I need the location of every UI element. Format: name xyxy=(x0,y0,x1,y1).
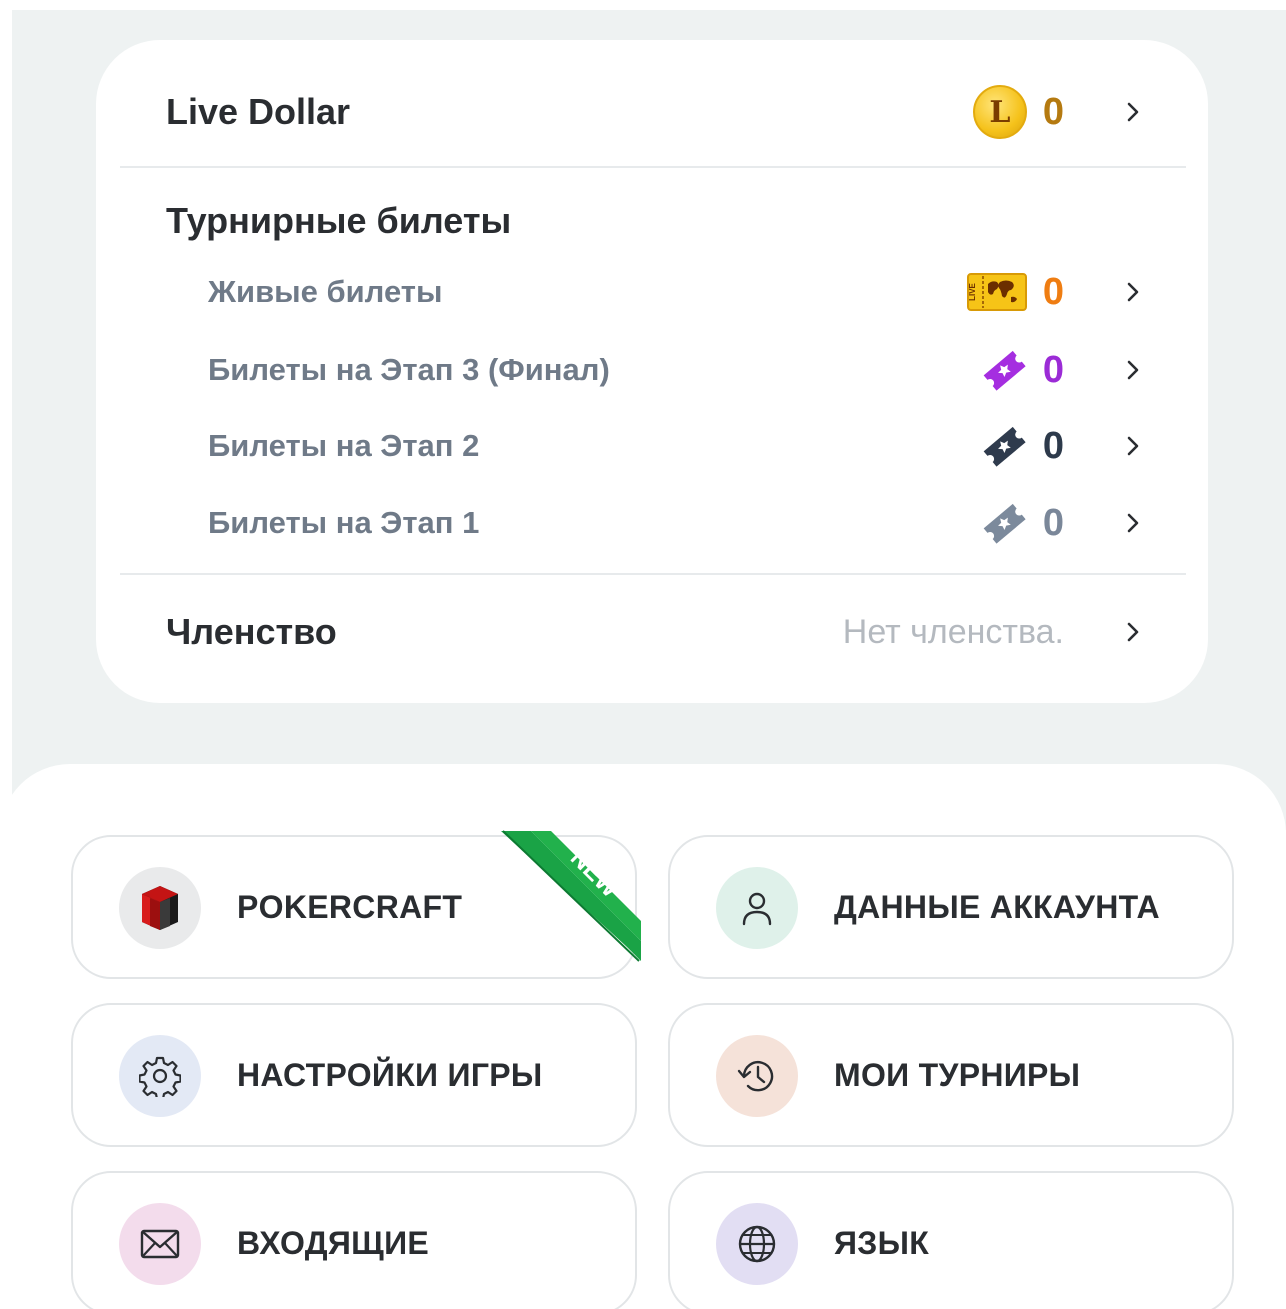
ticket-label: Живые билеты xyxy=(208,274,443,309)
live-dollar-coin-icon: L xyxy=(972,85,1027,139)
tickets-title: Турнирные билеты xyxy=(166,200,512,241)
live-dollar-value: 0 xyxy=(1042,90,1064,133)
ticket-label: Билеты на Этап 3 (Финал) xyxy=(208,352,610,387)
tickets-section-header: Турнирные билеты xyxy=(96,188,1208,254)
new-badge: NEW xyxy=(501,830,641,962)
membership-label: Членство xyxy=(166,611,337,652)
svg-text:LIVE: LIVE xyxy=(968,282,977,300)
ticket-purple-icon xyxy=(983,350,1026,391)
pokercraft-icon-circle xyxy=(119,867,201,949)
pokercraft-logo-icon xyxy=(142,886,178,930)
ticket-gray-icon xyxy=(983,503,1026,544)
tile-label: POKERCRAFT xyxy=(237,889,463,925)
settings-icon-circle xyxy=(119,1035,201,1117)
language-button[interactable]: ЯЗЫК xyxy=(668,1171,1234,1309)
ticket-label: Билеты на Этап 2 xyxy=(208,428,480,463)
gear-icon xyxy=(139,1056,181,1097)
chevron-right-icon xyxy=(1127,360,1139,380)
chevron-right-icon xyxy=(1127,513,1139,533)
profile-screen: Live Dollar L 0 Турнирные билеты Живые б… xyxy=(0,0,1286,1309)
my-tournaments-button[interactable]: МОИ ТУРНИРЫ xyxy=(668,1003,1234,1147)
tile-label: ВХОДЯЩИЕ xyxy=(237,1225,430,1261)
ticket-value: 0 xyxy=(1042,424,1064,467)
tile-label: МОИ ТУРНИРЫ xyxy=(834,1057,1081,1093)
ticket-value: 0 xyxy=(1042,270,1064,313)
account-icon-circle xyxy=(716,867,798,949)
live-dollar-label: Live Dollar xyxy=(166,91,351,132)
user-icon xyxy=(742,892,772,926)
ticket-value: 0 xyxy=(1042,348,1064,391)
ticket-row-live[interactable]: Живые билеты LIVE 0 xyxy=(96,258,1208,326)
chevron-right-icon xyxy=(1127,282,1139,302)
live-dollar-row[interactable]: Live Dollar L 0 xyxy=(96,76,1208,148)
globe-icon xyxy=(738,1225,776,1263)
ticket-row-stage3[interactable]: Билеты на Этап 3 (Финал) 0 xyxy=(96,336,1208,404)
mail-icon-circle xyxy=(119,1203,201,1285)
tile-label: НАСТРОЙКИ ИГРЫ xyxy=(237,1057,543,1093)
divider xyxy=(120,166,1186,168)
game-settings-button[interactable]: НАСТРОЙКИ ИГРЫ xyxy=(71,1003,637,1147)
live-ticket-icon: LIVE xyxy=(966,273,1027,311)
ticket-row-stage1[interactable]: Билеты на Этап 1 0 xyxy=(96,489,1208,557)
history-icon-circle xyxy=(716,1035,798,1117)
wallet-card: Live Dollar L 0 Турнирные билеты Живые б… xyxy=(96,40,1208,703)
tile-label: ЯЗЫК xyxy=(834,1225,930,1261)
tile-label: ДАННЫЕ АККАУНТА xyxy=(834,889,1160,925)
ticket-row-stage2[interactable]: Билеты на Этап 2 0 xyxy=(96,412,1208,480)
ticket-label: Билеты на Этап 1 xyxy=(208,505,480,540)
account-data-button[interactable]: ДАННЫЕ АККАУНТА xyxy=(668,835,1234,979)
ticket-dark-icon xyxy=(983,426,1026,467)
ticket-value: 0 xyxy=(1042,501,1064,544)
membership-status: Нет членства. xyxy=(842,612,1064,651)
menu-panel: POKERCRAFT NEW ДАННЫЕ АККАУНТА НАСТРОЙКИ… xyxy=(0,764,1286,1309)
globe-icon-circle xyxy=(716,1203,798,1285)
mail-icon xyxy=(140,1229,180,1259)
chevron-right-icon xyxy=(1127,622,1139,642)
pokercraft-button[interactable]: POKERCRAFT NEW xyxy=(71,830,641,979)
chevron-right-icon xyxy=(1127,102,1139,122)
inbox-button[interactable]: ВХОДЯЩИЕ xyxy=(71,1171,637,1309)
chevron-right-icon xyxy=(1127,436,1139,456)
divider xyxy=(120,573,1186,575)
membership-row[interactable]: Членство Нет членства. xyxy=(96,596,1208,668)
history-icon xyxy=(737,1061,774,1092)
